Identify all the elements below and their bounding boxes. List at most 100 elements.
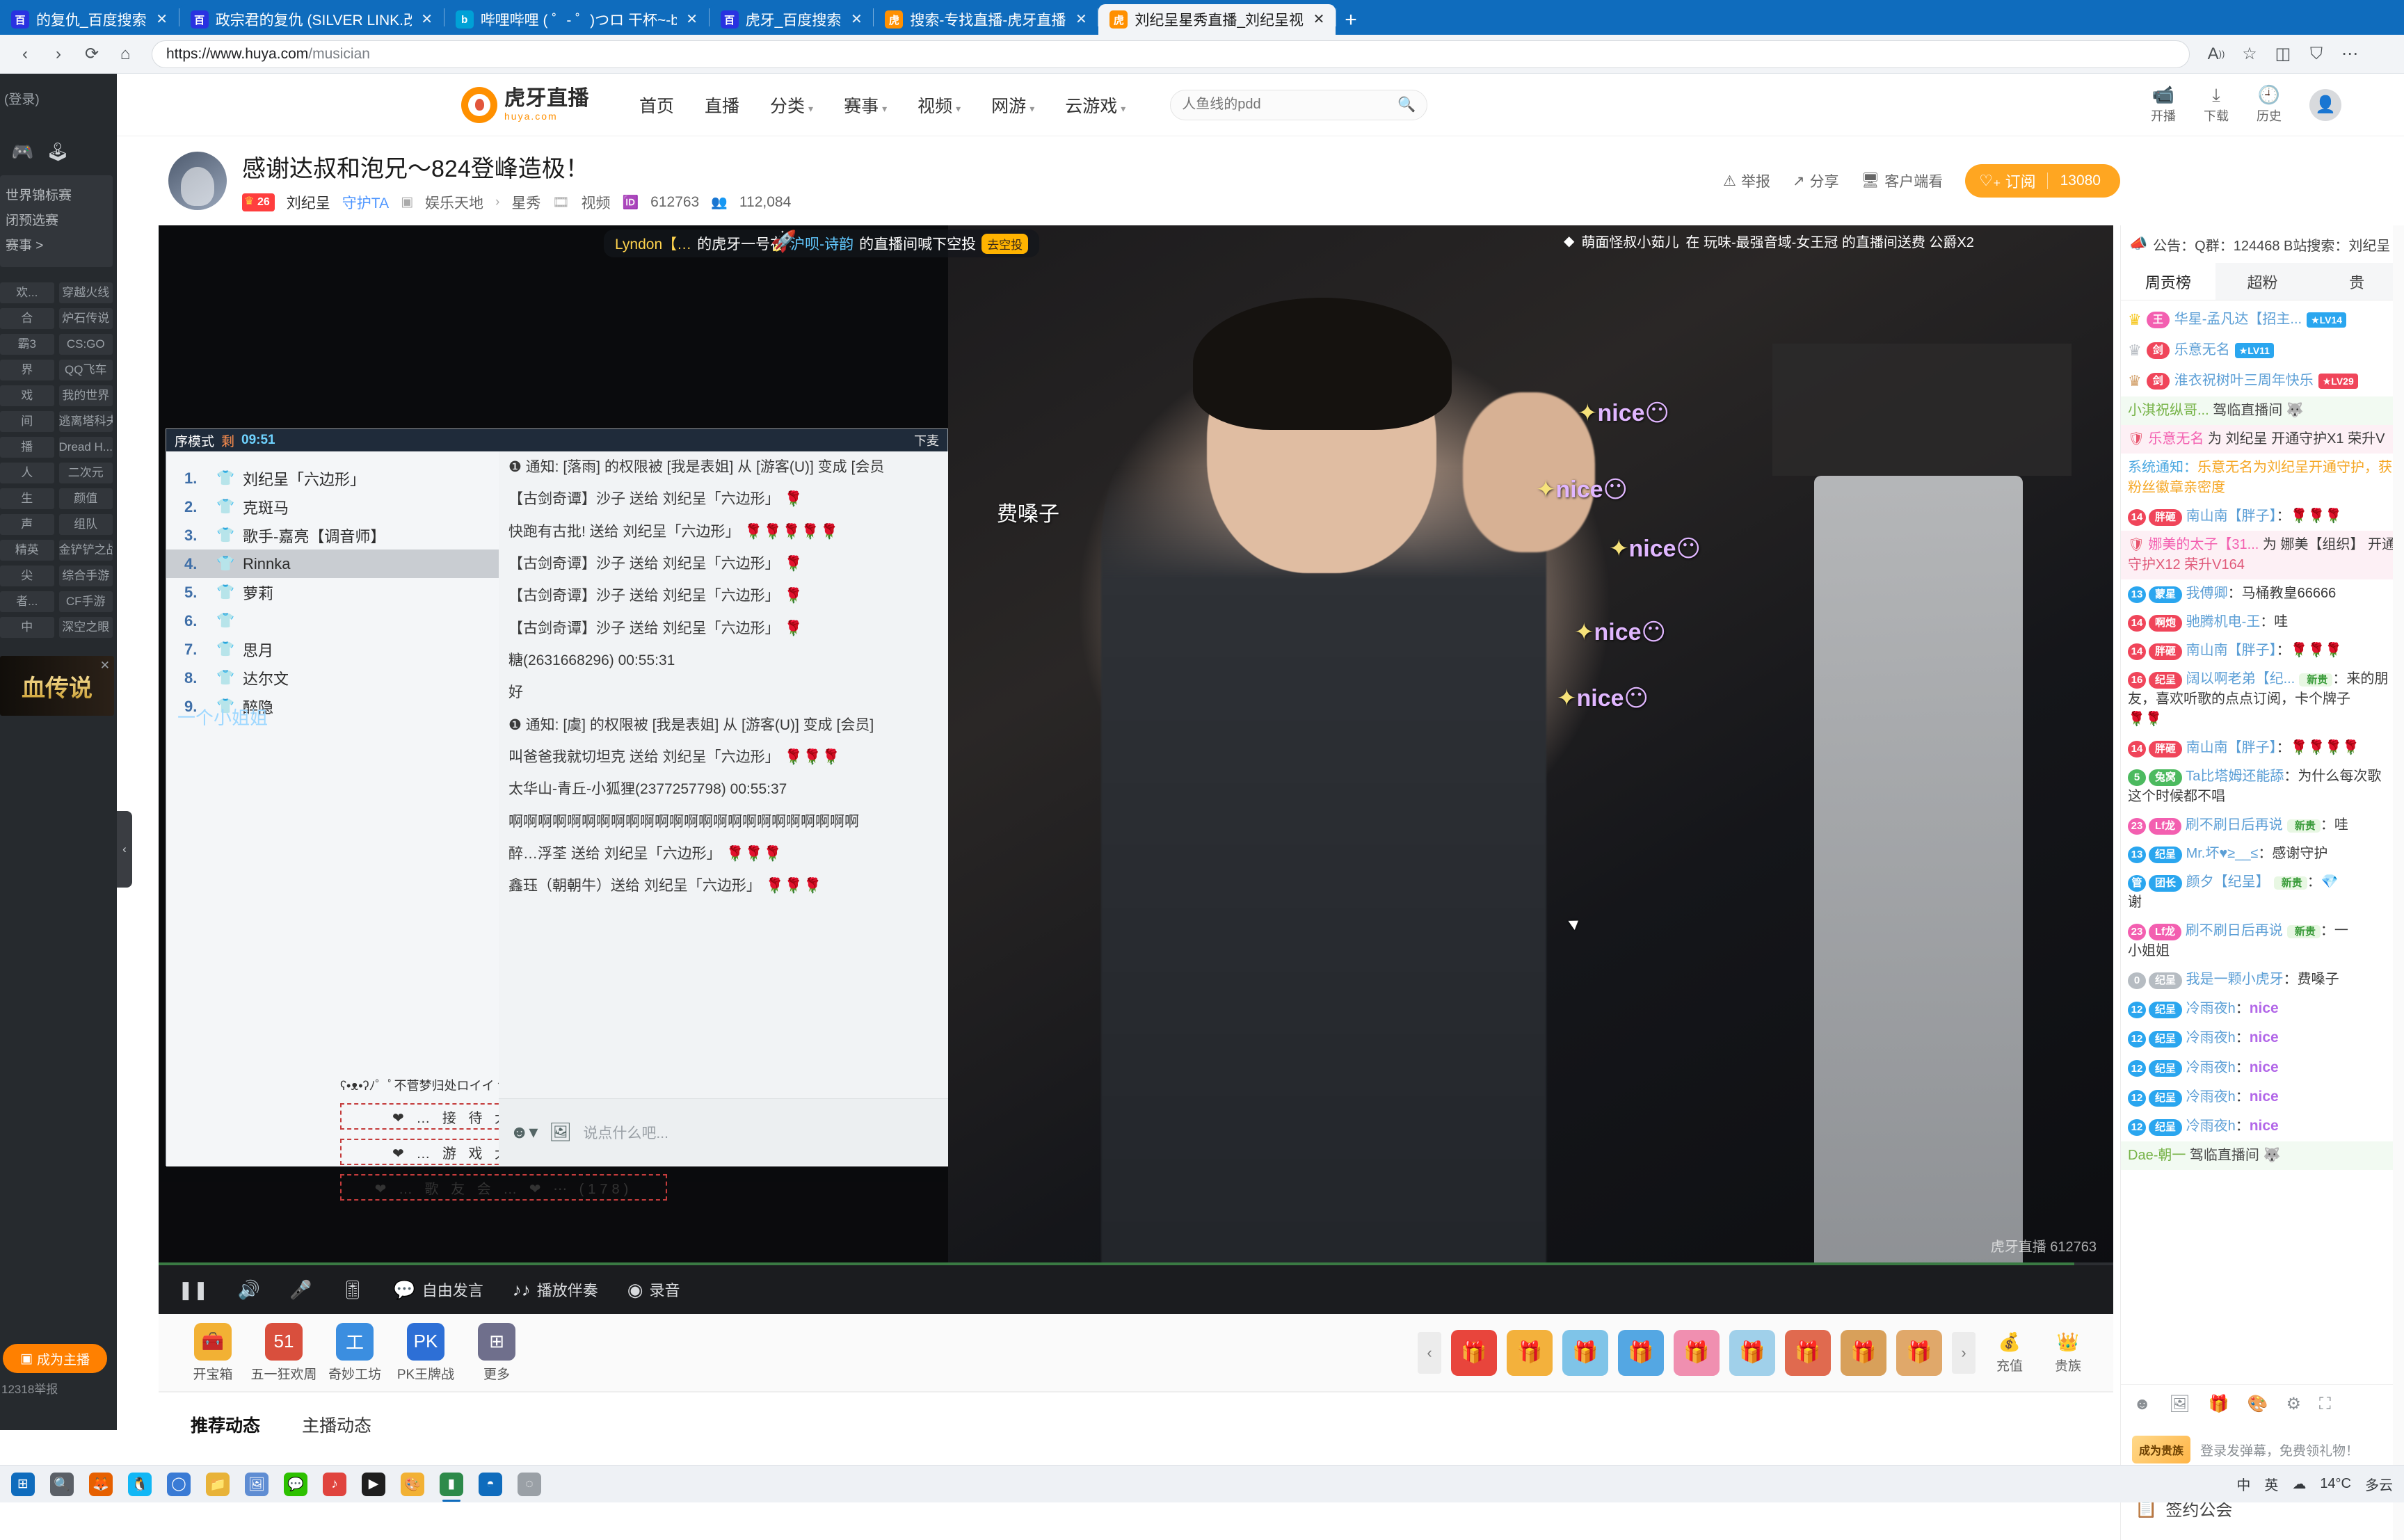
bottom-tab-0[interactable]: 推荐动态 [191,1412,260,1437]
sidebar-category-12[interactable]: 播 [0,437,54,458]
mic-queue-row[interactable]: 8. 👕 达尔文 [166,664,499,692]
guard-link[interactable]: 守护TA [342,192,389,213]
activity-right-button-1[interactable]: 👑 贵族 [2044,1331,2092,1374]
sidebar-category-27[interactable]: 深空之眼 [58,617,113,639]
activity-item-4[interactable]: ⊞ 更多 [463,1322,530,1383]
browser-tab-3[interactable]: 百虎牙_百度搜索 ✕ [709,4,874,35]
reload-button[interactable]: ⟳ [77,39,107,70]
sidebar-category-6[interactable]: 界 [0,360,54,381]
joystick-icon[interactable]: 🎮 [11,141,33,163]
sidebar-category-5[interactable]: CS:GO [58,334,113,355]
close-icon[interactable]: ✕ [1311,11,1327,28]
home-icon[interactable]: ⌂ [110,39,141,70]
sidebar-category-11[interactable]: 逃离塔科夫 [58,411,113,433]
rank-row[interactable]: ♛ 王华星-孟凡达【招主... ★LV14 [2121,305,2404,335]
color-icon[interactable]: 🎨 [2247,1394,2268,1414]
browser-tab-4[interactable]: 虎搜索-专找直播-虎牙直播 ✕ [874,4,1098,35]
become-streamer-button[interactable]: ▣ 成为主播 [3,1344,107,1373]
terminal-icon[interactable]: ▮ [440,1472,463,1502]
sidebar-category-23[interactable]: 综合手游 [58,566,113,587]
sidebar-category-14[interactable]: 人 [0,463,54,484]
back-button[interactable]: ‹ [10,39,40,70]
firework-icon[interactable]: 🎁 [1507,1329,1553,1376]
streamer-name[interactable]: 刘纪呈 [287,192,330,213]
video-icon[interactable]: ▶ [362,1472,385,1496]
more-icon[interactable]: ⋯ [2334,39,2365,70]
search-input[interactable] [1182,97,1398,113]
image-icon[interactable]: 🖼 [2169,1394,2190,1414]
close-icon[interactable]: ✕ [154,11,170,28]
sidebar-event-card[interactable]: 世界锦标赛 闭预选赛 赛事 > [0,175,113,268]
huya-search-box[interactable]: 🔍 [1170,89,1428,120]
mic-queue-row[interactable]: 5. 👕 萝莉 [166,578,499,607]
megaphone-icon[interactable]: 🎁 [1618,1329,1664,1376]
menu-line-2[interactable]: ❤ … 歌 友 会 … ❤ ⋯ (178) [340,1174,667,1201]
fullscreen-icon[interactable]: ⛶ [2319,1395,2331,1414]
player-control-5[interactable]: ♪♪ 播放伴奏 [513,1278,598,1301]
magic-icon[interactable]: 🎁 [1785,1329,1831,1376]
rank-user-name[interactable]: 淮衣祝树叶三周年快乐 [2174,371,2314,391]
address-bar[interactable]: https://www.huya.com/musician [152,40,2190,68]
gift-box-icon[interactable]: 🎁 [1841,1329,1886,1376]
image-icon[interactable]: 🖼 [549,1121,572,1143]
close-icon[interactable]: ✕ [1073,11,1089,28]
sidebar-category-18[interactable]: 声 [0,514,54,536]
chat-user-name[interactable]: 我是一颗小虎牙 [2182,972,2284,987]
video-player[interactable]: 序模式 剩 09:51 下麦 1. 👕 刘纪呈「六边形」 2. 👕 克斑马 3. 👕 歌手-嘉亮… [159,225,2113,1314]
inner-chat-input-bar[interactable]: ☻▾ 🖼 说点什么吧... [499,1098,949,1165]
bottom-tab-1[interactable]: 主播动态 [302,1412,371,1437]
mic-queue-row[interactable]: 1. 👕 刘纪呈「六边形」 [166,464,499,492]
edge-icon[interactable]: ◓ [479,1472,502,1496]
sidebar-category-10[interactable]: 间 [0,411,54,433]
browser-tab-1[interactable]: 百政宗君的复仇 (SILVER LINK.改编 ✕ [179,4,444,35]
browser-tab-2[interactable]: b 哔哩哔哩 ( ゜- ゜)つロ 干杯~-bili ✕ [444,4,709,35]
qq-icon[interactable]: 🐧 [128,1472,152,1496]
room-announcement[interactable]: 📣 公告：Q群：124468 B站搜索：刘纪呈 粉丝 [2121,225,2404,263]
sidebar-login-text[interactable]: (登录) [0,74,117,108]
banner-left-link[interactable]: 沪呗-诗韵 [790,233,854,254]
emoji-icon[interactable]: ☻ [2133,1395,2151,1414]
chat-user-name[interactable]: Dae-朝一 [2128,1148,2190,1163]
sidebar-category-4[interactable]: 霸3 [0,334,54,355]
chat-user-name[interactable]: Ta比塔姆还能舔 [2182,769,2284,784]
sparkle-icon[interactable]: 🎁 [1562,1329,1608,1376]
collections-icon[interactable]: ◫ [2268,39,2298,70]
inner-offmic-button[interactable]: 下麦 [914,431,939,449]
rank-row[interactable]: ♛ 剑乐意无名 ★LV11 [2121,335,2404,366]
chat-user-name[interactable]: 我傅卿 [2182,586,2228,601]
cake-icon[interactable]: 🎁 [1674,1329,1720,1376]
mic-queue-row[interactable]: 2. 👕 克斑马 [166,492,499,521]
chat-user-name[interactable]: 冷雨夜h [2182,1118,2236,1134]
subcategory-link[interactable]: 星秀 [511,192,540,213]
chat-user-name[interactable]: 娜美的太子【31... [2148,537,2262,552]
sidebar-category-0[interactable]: 欢... [0,282,54,304]
rocket-gift-icon[interactable]: 🎁 [1729,1329,1775,1376]
sidebar-category-17[interactable]: 颜值 [58,488,113,510]
sidebar-category-8[interactable]: 戏 [0,385,54,407]
chat-user-name[interactable]: 冷雨夜h [2182,1030,2236,1045]
lang-indicator[interactable]: 英 [2264,1474,2278,1494]
user-avatar-icon[interactable]: 👤 [2309,88,2341,121]
search-icon[interactable]: 🔍 [50,1472,74,1496]
sidebar-category-26[interactable]: 中 [0,617,54,639]
gift-box-icon[interactable]: 🎁 [2209,1394,2229,1414]
chat-user-name[interactable]: 冷雨夜h [2182,1089,2236,1105]
banner-right-message[interactable]: ◆ 萌面怪叔小茹儿 在 玩味-最强音域-女王冠 的直播间送费 公爵X2 [1564,231,1974,251]
player-control-2[interactable]: 🎤 [289,1279,312,1301]
emoji-icon[interactable]: ☻▾ [510,1121,538,1143]
chat-user-name[interactable]: 颜夕【纪呈】 [2182,874,2270,890]
sidebar-category-1[interactable]: 穿越火线 [58,282,113,304]
chat-user-name[interactable]: 刷不刷日后再说 [2181,817,2283,833]
rank-user-name[interactable]: 华星-孟凡达【招主... [2174,310,2302,330]
game-icon[interactable]: 🕹 [46,141,69,163]
sidebar-ad-banner[interactable]: 血传说 ✕ [0,656,114,716]
browser-tab-5[interactable]: 虎刘纪呈星秀直播_刘纪呈视 ✕ [1098,4,1336,35]
chat-tab-1[interactable]: 超粉 [2215,263,2310,300]
close-icon[interactable]: ✕ [419,11,435,28]
inner-input-placeholder[interactable]: 说点什么吧... [583,1122,668,1143]
nav-item-1[interactable]: 直播 [705,93,739,118]
sidebar-collapse-handle[interactable]: ‹ [117,811,132,888]
report-button[interactable]: ⚠ 举报 [1723,170,1770,191]
ime-indicator[interactable]: 中 [2236,1474,2250,1494]
sidebar-category-2[interactable]: 合 [0,308,54,330]
